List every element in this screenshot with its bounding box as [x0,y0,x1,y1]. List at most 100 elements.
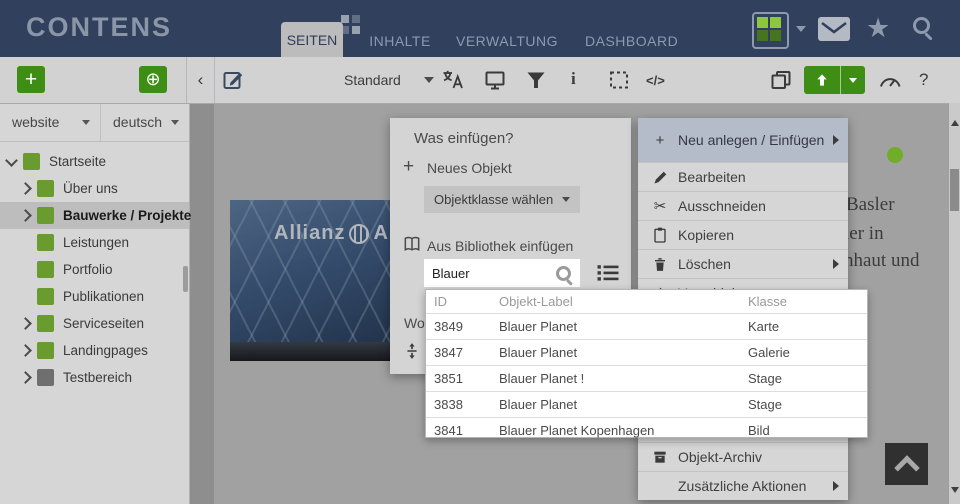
menu-item-zusaetzliche-aktionen[interactable]: Zusätzliche Aktionen [638,471,848,500]
scroll-to-top-button[interactable] [885,443,928,485]
edit-page-icon[interactable] [221,68,245,92]
scroll-down-arrow-icon[interactable] [951,487,959,493]
publish-split-button[interactable] [804,66,865,94]
tree-item-publikationen[interactable]: Publikationen [0,283,189,310]
app-header: CONTENS SEITEN INHALTE VERWALTUNG DASHBO… [0,0,960,57]
publish-upload-icon[interactable] [804,66,841,94]
tree-item-testbereich[interactable]: Testbereich [0,364,189,391]
tab-verwaltung[interactable]: VERWALTUNG [452,33,562,49]
chevron-right-icon[interactable] [19,371,32,384]
translate-icon[interactable] [440,68,465,92]
publish-options-caret-icon[interactable] [841,66,865,94]
scissors-icon: ✂ [650,197,670,215]
menu-item-ausschneiden[interactable]: ✂ Ausschneiden [638,191,848,220]
content-scrollbar[interactable] [948,103,960,504]
content-left-gutter [190,103,214,504]
column-header-objekt-label: Objekt-Label [491,294,740,309]
apps-grid-caret-icon[interactable] [796,26,806,32]
page-toolbar: + ⊕ ‹ Standard i [0,57,960,104]
result-row[interactable]: 3838 Blauer Planet Stage [426,391,867,417]
contens-logo-grid-icon [341,15,361,35]
page-node-icon [37,261,54,278]
pages-copy-icon[interactable] [769,68,793,92]
scrollbar-thumb[interactable] [950,169,959,211]
tree-item-startseite[interactable]: Startseite [0,148,189,175]
variant-select-caret-icon[interactable] [424,77,434,83]
scroll-up-arrow-icon[interactable] [951,120,959,126]
clipboard-icon [650,226,670,244]
page-node-icon [37,315,54,332]
tree-item-landingpages[interactable]: Landingpages [0,337,189,364]
collapse-sidebar-button[interactable]: ‹ [186,57,215,103]
column-header-klasse: Klasse [740,294,867,309]
submenu-arrow-icon [833,481,839,491]
messages-icon[interactable] [818,17,850,41]
add-page-button[interactable]: + [17,66,45,93]
menu-item-bearbeiten[interactable]: Bearbeiten [638,162,848,191]
result-row[interactable]: 3851 Blauer Planet ! Stage [426,365,867,391]
site-dropdown[interactable]: website [0,103,101,141]
search-icon[interactable] [913,17,930,34]
pencil-icon [650,169,670,186]
tab-dashboard[interactable]: DASHBOARD [585,33,675,49]
from-library-label[interactable]: Aus Bibliothek einfügen [427,238,573,254]
sidebar-scrollbar-thumb[interactable] [183,266,188,292]
result-row[interactable]: 3841 Blauer Planet Kopenhagen Bild [426,417,867,443]
library-search-input[interactable] [424,259,552,287]
help-icon[interactable]: ? [919,70,928,90]
archive-icon [650,449,670,465]
tab-seiten[interactable]: SEITEN [281,22,343,57]
variant-select[interactable]: Standard [344,72,401,88]
performance-gauge-icon[interactable] [877,70,903,90]
object-class-select[interactable]: Objektklasse wählen [424,186,580,213]
site-dropdown-caret-icon [82,120,90,125]
list-view-icon[interactable] [596,263,620,283]
menu-item-objekt-archiv[interactable]: Objekt-Archiv [638,442,848,471]
page-node-icon [37,288,54,305]
preview-monitor-icon[interactable] [483,68,507,92]
add-object-button[interactable]: ⊕ [139,66,167,93]
library-book-icon [401,234,423,254]
tree-item-ueber-uns[interactable]: Über uns [0,175,189,202]
chevron-right-icon[interactable] [19,344,32,357]
search-icon[interactable] [556,266,571,281]
sidebar-filters: website deutsch [0,103,189,142]
language-dropdown-caret-icon [171,120,179,125]
result-row[interactable]: 3849 Blauer Planet Karte [426,313,867,339]
filter-icon[interactable] [524,68,548,92]
library-search-box [424,259,580,287]
submenu-arrow-icon [833,259,839,269]
page-node-icon [37,207,54,224]
language-dropdown-value: deutsch [113,114,162,130]
menu-item-neu-anlegen[interactable]: + Neu anlegen / Einfügen [638,118,848,162]
submenu-arrow-icon [833,135,839,145]
selection-marquee-icon[interactable] [607,68,631,92]
result-row[interactable]: 3847 Blauer Planet Galerie [426,339,867,365]
contens-cms-window: Allianz A Basler ler in nhaut und CONTEN… [0,0,960,504]
dialog-title: Was einfügen? [414,130,514,147]
page-node-icon [37,180,54,197]
site-dropdown-value: website [12,114,59,130]
info-icon[interactable]: i [571,69,576,89]
code-view-icon[interactable]: </> [646,73,665,88]
chevron-right-icon[interactable] [19,182,32,195]
status-dot [887,147,903,163]
menu-item-loeschen[interactable]: Löschen [638,249,848,278]
chevron-right-icon[interactable] [19,317,32,330]
menu-item-kopieren[interactable]: Kopieren [638,220,848,249]
page-node-icon [37,342,54,359]
tree-item-bauwerke-projekte[interactable]: Bauwerke / Projekte [0,202,189,229]
tab-inhalte[interactable]: INHALTE [368,33,432,49]
chevron-down-icon[interactable] [5,154,18,167]
tree-item-portfolio[interactable]: Portfolio [0,256,189,283]
tree-item-serviceseiten[interactable]: Serviceseiten [0,310,189,337]
new-object-label[interactable]: Neues Objekt [427,160,512,176]
contens-logo: CONTENS [26,12,172,43]
insert-position-icon [402,340,422,362]
chevron-right-icon[interactable] [19,209,32,222]
language-dropdown[interactable]: deutsch [101,103,189,141]
object-class-select-caret-icon [562,197,570,202]
favorites-star-icon[interactable]: ★ [866,13,890,43]
tree-item-leistungen[interactable]: Leistungen [0,229,189,256]
apps-grid-icon[interactable] [752,12,789,49]
